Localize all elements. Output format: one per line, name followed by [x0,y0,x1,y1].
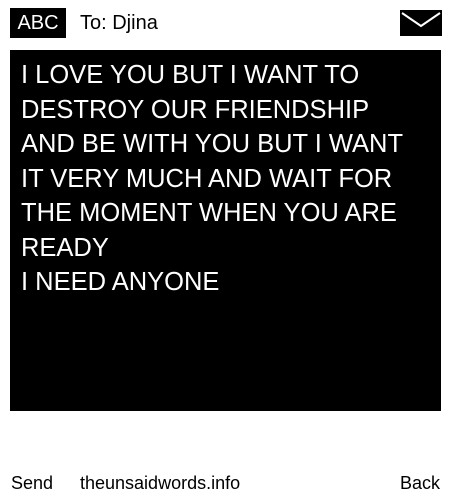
message-body[interactable]: I LOVE YOU BUT I WANT TO DESTROY OUR FRI… [10,50,441,411]
site-link[interactable]: theunsaidwords.info [80,468,240,498]
back-button[interactable]: Back [400,468,440,498]
envelope-icon [400,10,442,36]
recipient-line: To: Djina [80,12,158,34]
message-text: I LOVE YOU BUT I WANT TO DESTROY OUR FRI… [21,61,403,296]
header-bar: ABC To: Djina [0,0,450,44]
send-button[interactable]: Send [11,468,53,498]
input-mode-badge[interactable]: ABC [10,8,66,38]
softkey-bar: Send theunsaidwords.info Back [0,468,450,498]
